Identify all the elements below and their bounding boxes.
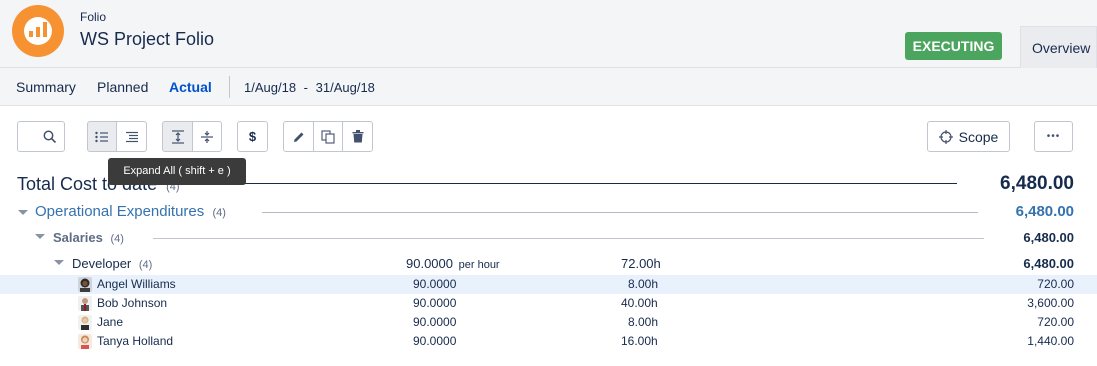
scope-label: Scope [958, 128, 999, 145]
person-hours: 16.00h [621, 334, 658, 348]
table-row[interactable]: Bob Johnson 90.0000 40.00h 3,600.00 [0, 294, 1097, 313]
tab-summary[interactable]: Summary [16, 79, 76, 95]
app-label: Folio [80, 10, 107, 24]
total-amount: 6,480.00 [1000, 173, 1074, 194]
developer-label[interactable]: Developer [72, 256, 131, 271]
edit-icon [293, 132, 303, 142]
date-separator: - [303, 80, 309, 95]
person-amount: 1,440.00 [1027, 334, 1074, 348]
target-icon [938, 129, 953, 144]
salaries-row[interactable]: Salaries (4) 6,480.00 [0, 229, 1097, 247]
salaries-count: (4) [110, 233, 124, 245]
tab-planned[interactable]: Planned [97, 79, 148, 95]
person-name[interactable]: Angel Williams [97, 277, 176, 291]
page-title: WS Project Folio [80, 29, 215, 49]
opex-row[interactable]: Operational Expenditures (4) 6,480.00 [0, 202, 1097, 222]
table-row[interactable]: Jane 90.0000 8.00h 720.00 [0, 313, 1097, 332]
indented-list-button[interactable] [116, 121, 147, 152]
person-hours: 8.00h [628, 315, 659, 329]
expand-all-tooltip: Expand All ( shift + e ) [108, 158, 246, 185]
collapse-caret-icon[interactable] [54, 260, 64, 265]
collapse-all-icon [201, 130, 213, 143]
person-rate: 90.0000 [413, 334, 457, 348]
developer-row[interactable]: Developer (4) 90.0000 per hour 72.00h 6,… [0, 255, 1097, 273]
avatar [78, 334, 92, 349]
developer-hours: 72.00h [621, 256, 661, 271]
copy-button[interactable] [313, 121, 343, 152]
developer-amount: 6,480.00 [1023, 256, 1074, 271]
collapse-all-button[interactable] [192, 121, 222, 152]
salaries-divider [153, 238, 984, 239]
salaries-amount: 6,480.00 [1023, 230, 1074, 245]
developer-rate: 90.0000 [406, 256, 453, 271]
total-divider [175, 183, 957, 184]
salaries-label[interactable]: Salaries [53, 230, 103, 245]
more-icon: ••• [1046, 131, 1061, 142]
nav-divider [229, 76, 230, 98]
opex-amount: 6,480.00 [1015, 203, 1074, 220]
tab-actual[interactable]: Actual [169, 79, 212, 95]
person-rate: 90.0000 [413, 315, 457, 329]
date-range-picker[interactable]: 1/Aug/18 - 31/Aug/18 [244, 80, 375, 95]
person-name[interactable]: Tanya Holland [97, 334, 173, 348]
person-rate: 90.0000 [413, 277, 457, 291]
delete-button[interactable] [342, 121, 373, 152]
search-input[interactable] [17, 121, 65, 152]
list-view-button[interactable] [87, 121, 117, 152]
scope-button[interactable]: Scope [927, 121, 1010, 152]
avatar [78, 296, 92, 311]
more-options-button[interactable]: ••• [1034, 121, 1073, 152]
tab-overview[interactable]: Overview [1020, 26, 1097, 68]
date-from: 1/Aug/18 [244, 80, 297, 95]
expand-all-button[interactable] [162, 121, 193, 152]
avatar [78, 277, 92, 292]
person-rate: 90.0000 [413, 296, 457, 310]
delete-icon [352, 130, 363, 143]
view-nav: Summary Planned Actual 1/Aug/18 - 31/Aug… [0, 68, 1097, 106]
collapse-caret-icon[interactable] [35, 234, 45, 239]
folio-logo-icon[interactable] [12, 5, 64, 57]
developer-count: (4) [138, 259, 153, 271]
avatar [78, 315, 92, 330]
app-header: Folio WS Project Folio EXECUTING Overvie… [0, 0, 1097, 68]
indented-list-icon [125, 131, 138, 142]
list-view-icon [95, 131, 108, 142]
status-badge[interactable]: EXECUTING [905, 32, 1002, 60]
opex-divider [262, 212, 978, 213]
person-amount: 720.00 [1037, 277, 1074, 291]
opex-label[interactable]: Operational Expenditures [35, 203, 204, 220]
copy-icon [321, 129, 335, 144]
currency-icon: $ [248, 129, 257, 144]
table-row[interactable]: Tanya Holland 90.0000 16.00h 1,440.00 [0, 332, 1097, 351]
date-to: 31/Aug/18 [315, 80, 375, 95]
person-name[interactable]: Bob Johnson [97, 296, 167, 310]
opex-count: (4) [212, 207, 226, 219]
person-hours: 40.00h [621, 296, 658, 310]
search-icon [43, 130, 57, 143]
person-name[interactable]: Jane [97, 315, 123, 329]
person-amount: 720.00 [1037, 315, 1074, 329]
expand-all-icon [171, 129, 184, 144]
collapse-caret-icon[interactable] [18, 210, 28, 215]
edit-button[interactable] [283, 121, 314, 152]
person-amount: 3,600.00 [1027, 296, 1074, 310]
table-row[interactable]: Angel Williams 90.0000 8.00h 720.00 [0, 275, 1097, 294]
person-hours: 8.00h [628, 277, 659, 291]
currency-button[interactable]: $ [237, 121, 268, 152]
rate-unit: per hour [458, 259, 500, 271]
